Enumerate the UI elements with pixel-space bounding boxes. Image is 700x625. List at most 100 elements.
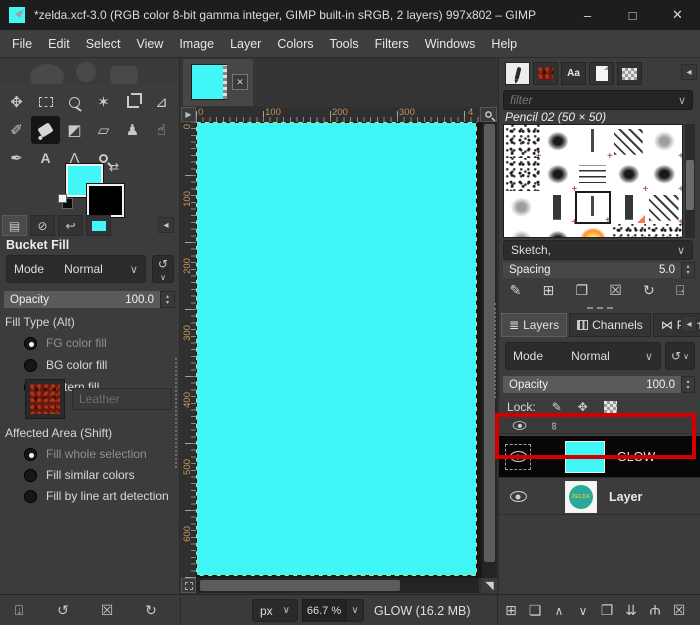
brush-thumbnail-selected[interactable] (575, 191, 611, 226)
menu-image[interactable]: Image (171, 30, 222, 58)
navigation-preview-button[interactable]: ◥ (482, 578, 497, 593)
brush-thumbnail[interactable] (610, 224, 647, 237)
layer-opacity-spinner[interactable]: ▴ ▾ (681, 376, 695, 393)
delete-layer-button[interactable]: ☒ (668, 595, 690, 625)
close-button[interactable]: ✕ (655, 0, 700, 30)
layer-visibility-toggle[interactable] (505, 484, 531, 510)
fg-color-fill-radio[interactable]: FG color fill (24, 334, 107, 352)
tool-options-tab[interactable]: ▤ (2, 215, 27, 236)
layers-tab[interactable]: ≣ Layers (501, 313, 568, 337)
menu-help[interactable]: Help (483, 30, 525, 58)
brush-filter-input[interactable] (510, 93, 678, 107)
zoom-image-button[interactable] (480, 107, 497, 122)
delete-tool-preset-button[interactable]: ☒ (96, 595, 118, 625)
lock-position-toggle[interactable]: ✥ (578, 400, 588, 414)
fonts-tab[interactable]: Aa (561, 62, 586, 85)
brush-thumbnail[interactable] (646, 224, 682, 237)
fill-whole-selection-radio[interactable]: Fill whole selection (24, 445, 147, 463)
delete-brush-button[interactable]: ☒ (609, 282, 622, 299)
brush-thumbnail[interactable] (575, 224, 611, 237)
gradients-tab[interactable] (617, 62, 642, 85)
lock-alpha-toggle[interactable] (603, 400, 617, 414)
brushes-tab[interactable] (505, 62, 530, 85)
duplicate-layer-button[interactable]: ❐ (596, 595, 618, 625)
brush-group-dropdown[interactable]: Sketch, ∨ (503, 240, 693, 260)
layer-mode-dropdown[interactable]: Mode Normal ∨ (505, 342, 661, 370)
background-color-swatch[interactable] (86, 183, 125, 218)
open-brush-as-image-button[interactable]: ⍈ (676, 282, 684, 299)
brush-thumbnail[interactable] (504, 224, 540, 237)
image-canvas[interactable] (196, 122, 477, 576)
brush-thumbnail[interactable] (610, 191, 647, 224)
dock-resize-handle[interactable] (499, 304, 700, 312)
transform-tool[interactable]: ⊿ (147, 88, 176, 116)
free-select-tool[interactable] (60, 88, 89, 116)
lower-layer-button[interactable]: ∨ (572, 595, 594, 625)
horizontal-ruler[interactable]: 0 100 200 300 4 (196, 107, 479, 122)
brush-filter-box[interactable]: ∨ (503, 90, 693, 110)
quick-mask-toggle[interactable] (181, 578, 196, 593)
opacity-slider[interactable]: Opacity 100.0 (4, 291, 160, 308)
spacing-spinner[interactable]: ▴ ▾ (681, 262, 695, 278)
mode-switch-button[interactable]: ↺ ∨ (152, 255, 174, 283)
ink-tool[interactable]: ✒ (2, 144, 31, 172)
restore-tool-preset-button[interactable]: ↺ (52, 595, 74, 625)
crop-tool[interactable] (118, 88, 147, 116)
menu-edit[interactable]: Edit (40, 30, 78, 58)
brush-thumbnail[interactable] (575, 125, 612, 162)
merge-layer-button[interactable]: ⇊ (620, 595, 642, 625)
brush-thumbnail[interactable] (575, 158, 611, 191)
refresh-brushes-button[interactable]: ↻ (643, 282, 655, 299)
edit-brush-button[interactable]: ✎ (510, 282, 522, 299)
layer-row-layer[interactable]: ZELDA Layer (499, 479, 700, 515)
collapse-layers-dock-button[interactable]: ◂ (681, 316, 697, 332)
channels-tab[interactable]: Channels (569, 313, 651, 337)
anchor-layer-button[interactable]: Ψ (644, 595, 666, 625)
menu-tools[interactable]: Tools (321, 30, 366, 58)
menu-windows[interactable]: Windows (417, 30, 484, 58)
swap-colors-icon[interactable]: ⇄ (109, 160, 119, 174)
new-layer-button[interactable]: ⊞ (500, 595, 522, 625)
fill-similar-colors-radio[interactable]: Fill similar colors (24, 466, 135, 484)
layer-mode-switch-button[interactable]: ↺ ∨ (665, 342, 695, 370)
brush-thumbnail[interactable] (504, 125, 541, 162)
brush-thumbnail[interactable] (646, 158, 682, 195)
brush-thumbnail[interactable] (539, 191, 577, 228)
layer-opacity-slider[interactable]: Opacity 100.0 (503, 376, 681, 393)
brush-thumbnail[interactable] (646, 191, 682, 228)
ruler-menu-button[interactable]: ▶ (181, 107, 196, 122)
horizontal-scrollbar-thumb[interactable] (200, 580, 400, 591)
default-colors-icon[interactable] (58, 194, 74, 210)
image-tab[interactable] (86, 215, 111, 236)
horizontal-scrollbar[interactable] (196, 578, 479, 593)
menu-select[interactable]: Select (78, 30, 129, 58)
clone-tool[interactable]: ♟ (118, 116, 147, 144)
brush-thumbnail[interactable] (504, 158, 540, 191)
brush-grid-scrollbar-thumb[interactable] (686, 160, 694, 210)
close-image-icon[interactable]: ✕ (232, 74, 248, 90)
eraser-tool[interactable]: ▱ (89, 116, 118, 144)
minimize-button[interactable]: – (565, 0, 610, 30)
text-tool[interactable]: A (31, 144, 60, 172)
open-image-tab[interactable]: ✕ (183, 59, 253, 106)
opacity-spinner[interactable]: ▴ ▾ (160, 291, 175, 308)
vertical-ruler[interactable]: 0 100 200 300 400 500 600 (181, 122, 196, 578)
fill-line-art-radio[interactable]: Fill by line art detection (24, 487, 169, 505)
lock-pixels-toggle[interactable]: ✎ (552, 400, 562, 414)
brush-thumbnail[interactable] (610, 125, 647, 158)
menu-filters[interactable]: Filters (367, 30, 417, 58)
menu-view[interactable]: View (128, 30, 171, 58)
panel-resize-grip[interactable] (494, 303, 496, 398)
raise-layer-button[interactable]: ∧ (548, 595, 570, 625)
device-status-tab[interactable]: ⊘ (30, 215, 55, 236)
gradient-tool[interactable]: ◩ (60, 116, 89, 144)
smudge-tool[interactable]: ☝ (147, 116, 176, 144)
save-tool-preset-button[interactable]: ⍗ (8, 595, 30, 625)
spacing-slider[interactable]: Spacing 5.0 (503, 262, 681, 278)
menu-layer[interactable]: Layer (222, 30, 269, 58)
zoom-level-input[interactable]: 66.7 % (302, 599, 346, 622)
patterns-tab[interactable] (533, 62, 558, 85)
duplicate-brush-button[interactable]: ❐ (575, 282, 588, 299)
menu-file[interactable]: File (4, 30, 40, 58)
new-brush-button[interactable]: ⊞ (543, 282, 555, 299)
